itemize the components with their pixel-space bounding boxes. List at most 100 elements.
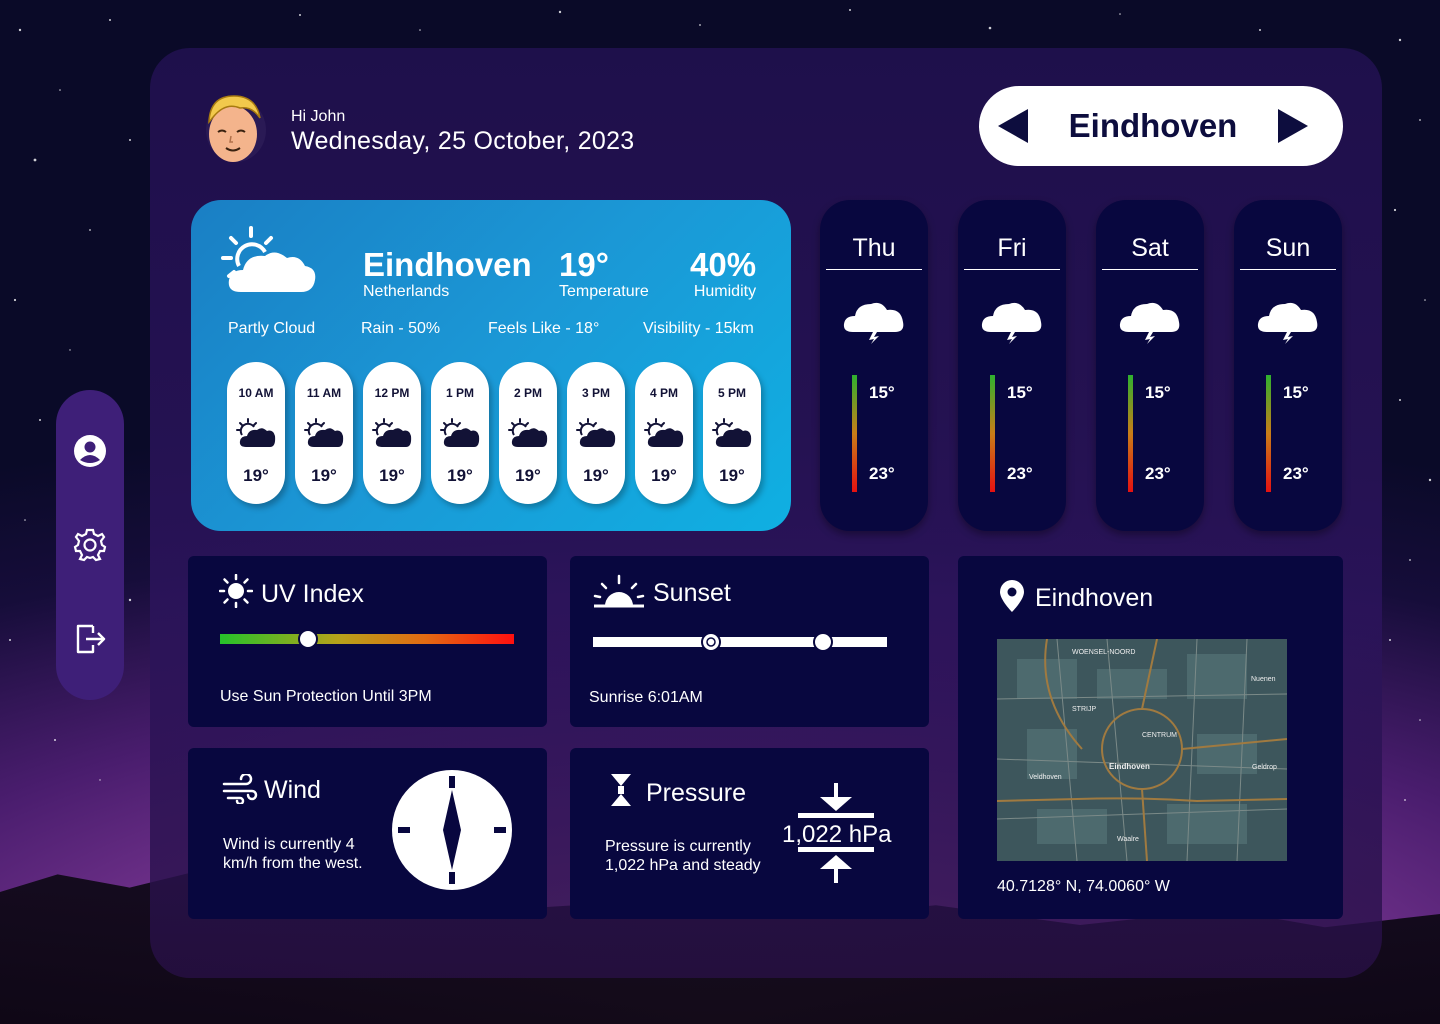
temperature-range-bar bbox=[1128, 375, 1133, 492]
temperature-range-bar bbox=[990, 375, 995, 492]
moon-marker-icon bbox=[813, 632, 833, 652]
avatar[interactable] bbox=[200, 88, 272, 168]
forecast-low: 23° bbox=[869, 464, 895, 483]
forecast-day-name: Fri bbox=[997, 234, 1027, 262]
partly-cloudy-icon bbox=[219, 226, 319, 301]
hour-temp: 19° bbox=[311, 466, 337, 485]
triangle-right-icon bbox=[1278, 109, 1308, 143]
hour-temp: 19° bbox=[651, 466, 677, 485]
wind-title: Wind bbox=[264, 776, 321, 804]
sunset-title: Sunset bbox=[653, 579, 731, 607]
hour-card[interactable]: 4 PM 19° bbox=[635, 362, 693, 504]
rain-text: Rain - 50% bbox=[361, 320, 441, 337]
hour-temp: 19° bbox=[583, 466, 609, 485]
wind-icon bbox=[222, 774, 258, 804]
map-coordinates: 40.7128° N, 74.0060° W bbox=[997, 878, 1170, 895]
previous-city-button[interactable] bbox=[997, 109, 1031, 143]
pressure-value: 1,022 hPa bbox=[782, 821, 892, 848]
hour-card[interactable]: 3 PM 19° bbox=[567, 362, 625, 504]
map-label-city: Eindhoven bbox=[1109, 762, 1150, 771]
sunrise-text: Sunrise 6:01AM bbox=[589, 689, 703, 706]
thunder-cloud-icon bbox=[1257, 302, 1318, 344]
forecast-day-card[interactable]: Sat 15° 23° bbox=[1096, 200, 1204, 531]
map-label-south: Waalre bbox=[1117, 836, 1139, 843]
gear-icon bbox=[73, 528, 107, 562]
forecast-high: 15° bbox=[1283, 383, 1309, 402]
hourly-forecast: 10 AM 19° 11 AM 19° 12 PM 19° 1 PM 19° 2 PM 19° 3 … bbox=[227, 362, 761, 504]
wind-description: Wind is currently 4 km/h from the west. bbox=[223, 836, 363, 872]
today-humidity: 40% bbox=[690, 246, 757, 283]
uv-index-card: UV Index Use Sun Protection Until 3PM bbox=[188, 556, 547, 727]
hour-card[interactable]: 10 AM 19° bbox=[227, 362, 285, 504]
triangle-left-icon bbox=[998, 109, 1028, 143]
partly-cloudy-icon bbox=[440, 418, 480, 447]
hour-time: 2 PM bbox=[513, 386, 542, 400]
user-avatar-illustration bbox=[206, 95, 266, 162]
divider bbox=[964, 269, 1060, 270]
temperature-label: Temperature bbox=[559, 283, 649, 300]
sunset-card: Sunset Sunrise 6:01AM bbox=[570, 556, 929, 727]
divider bbox=[826, 269, 922, 270]
settings-nav-button[interactable] bbox=[70, 525, 110, 565]
sunrise-marker-icon bbox=[701, 632, 721, 652]
user-icon bbox=[74, 435, 106, 467]
forecast-high: 15° bbox=[1145, 383, 1171, 402]
partly-cloudy-icon bbox=[576, 418, 616, 447]
hour-time: 11 AM bbox=[306, 386, 342, 400]
partly-cloudy-icon bbox=[508, 418, 548, 447]
uv-note: Use Sun Protection Until 3PM bbox=[220, 688, 432, 705]
daylight-track bbox=[593, 637, 887, 647]
hour-temp: 19° bbox=[379, 466, 405, 485]
today-weather-card: Eindhoven Netherlands 19° Temperature 40… bbox=[191, 200, 791, 531]
hour-time: 5 PM bbox=[717, 386, 746, 400]
hour-time: 12 PM bbox=[374, 386, 410, 400]
feels-like-text: Feels Like - 18° bbox=[488, 320, 600, 337]
city-map[interactable]: WOENSEL-NOORD CENTRUM Eindhoven Veldhove… bbox=[997, 639, 1287, 861]
current-date: Wednesday, 25 October, 2023 bbox=[291, 127, 635, 155]
city-switcher: Eindhoven bbox=[979, 86, 1343, 166]
greeting: Hi John bbox=[291, 108, 346, 125]
map-label-east1: Nuenen bbox=[1251, 676, 1276, 683]
hour-card[interactable]: 2 PM 19° bbox=[499, 362, 557, 504]
thunder-cloud-icon bbox=[981, 302, 1042, 344]
today-country: Netherlands bbox=[363, 283, 450, 300]
hour-time: 3 PM bbox=[581, 386, 610, 400]
hour-temp: 19° bbox=[243, 466, 269, 485]
hour-time: 10 AM bbox=[238, 386, 274, 400]
forecast-low: 23° bbox=[1283, 464, 1309, 483]
forecast-day-card[interactable]: Thu 15° 23° bbox=[820, 200, 928, 531]
compass-icon bbox=[392, 770, 512, 890]
hour-card[interactable]: 5 PM 19° bbox=[703, 362, 761, 504]
uv-scale-bar bbox=[220, 634, 514, 644]
hour-time: 4 PM bbox=[649, 386, 678, 400]
forecast-day-name: Thu bbox=[852, 234, 896, 262]
partly-cloudy-icon bbox=[304, 418, 344, 447]
map-label-center: CENTRUM bbox=[1142, 732, 1177, 739]
forecast-day-name: Sun bbox=[1265, 234, 1311, 262]
location-pin-icon bbox=[1000, 580, 1024, 612]
map-label-east2: Geldrop bbox=[1252, 764, 1277, 771]
thunder-cloud-icon bbox=[1119, 302, 1180, 344]
next-city-button[interactable] bbox=[1275, 109, 1309, 143]
today-temperature: 19° bbox=[559, 246, 609, 283]
hour-card[interactable]: 1 PM 19° bbox=[431, 362, 489, 504]
partly-cloudy-icon bbox=[644, 418, 684, 447]
hour-temp: 19° bbox=[515, 466, 541, 485]
hour-card[interactable]: 12 PM 19° bbox=[363, 362, 421, 504]
temperature-range-bar bbox=[852, 375, 857, 492]
forecast-day-card[interactable]: Sun 15° 23° bbox=[1234, 200, 1342, 531]
hour-time: 1 PM bbox=[445, 386, 474, 400]
temperature-range-bar bbox=[1266, 375, 1271, 492]
forecast-high: 15° bbox=[869, 383, 895, 402]
profile-nav-button[interactable] bbox=[70, 431, 110, 471]
hour-temp: 19° bbox=[447, 466, 473, 485]
hour-card[interactable]: 11 AM 19° bbox=[295, 362, 353, 504]
uv-level-indicator bbox=[298, 629, 319, 649]
logout-nav-button[interactable] bbox=[70, 619, 110, 659]
map-label-north: WOENSEL-NOORD bbox=[1072, 649, 1135, 656]
map-label-west: Veldhoven bbox=[1029, 774, 1062, 781]
map-title: Eindhoven bbox=[1035, 584, 1154, 612]
hour-temp: 19° bbox=[719, 466, 745, 485]
pressure-icon bbox=[611, 774, 631, 806]
forecast-day-card[interactable]: Fri 15° 23° bbox=[958, 200, 1066, 531]
